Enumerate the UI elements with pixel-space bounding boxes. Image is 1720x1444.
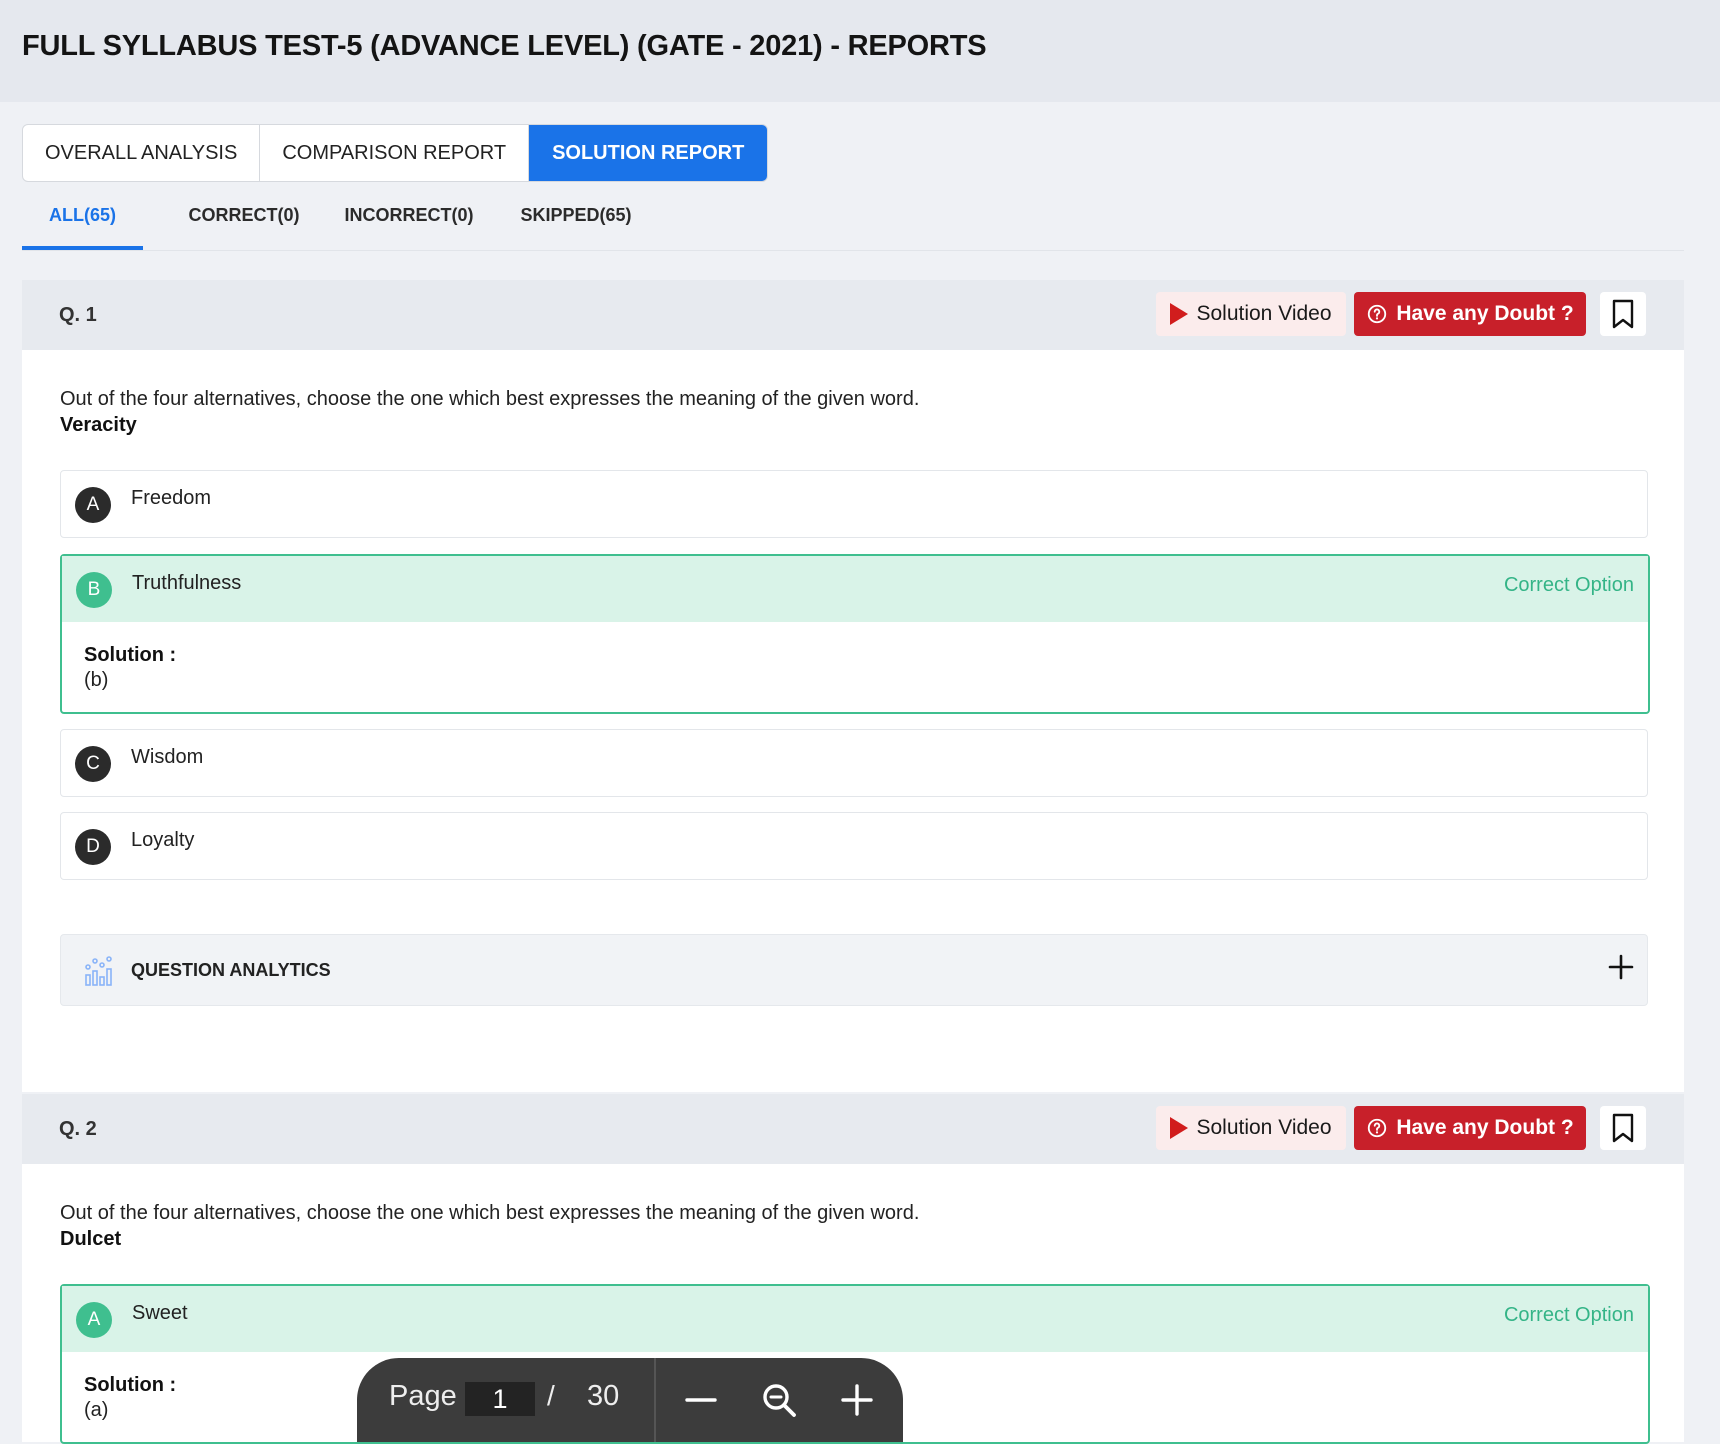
page-header: FULL SYLLABUS TEST-5 (ADVANCE LEVEL) (GA…	[0, 0, 1720, 102]
have-doubt-label: Have any Doubt ?	[1396, 1116, 1574, 1139]
correct-option-bar: A Sweet Correct Option	[62, 1286, 1648, 1352]
tab-solution-report[interactable]: SOLUTION REPORT	[529, 125, 768, 181]
question-header: Q. 2 Solution Video Have any Doubt ?	[22, 1094, 1684, 1164]
option-text: Wisdom	[131, 746, 204, 768]
option-c[interactable]: C Wisdom	[60, 729, 1648, 797]
page-title: FULL SYLLABUS TEST-5 (ADVANCE LEVEL) (GA…	[22, 30, 987, 62]
filter-skipped[interactable]: SKIPPED(65)	[500, 190, 652, 246]
question-card: Q. 1 Solution Video Have any Doubt ? Out…	[22, 280, 1684, 1092]
option-letter: A	[76, 1302, 112, 1338]
zoom-out-button[interactable]	[679, 1378, 723, 1422]
question-analytics-panel[interactable]: QUESTION ANALYTICS	[60, 934, 1648, 1006]
option-d[interactable]: D Loyalty	[60, 812, 1648, 880]
play-icon	[1170, 303, 1189, 325]
filter-all[interactable]: ALL(65)	[22, 190, 143, 250]
question-header: Q. 1 Solution Video Have any Doubt ?	[22, 280, 1684, 350]
correct-option-label: Correct Option	[1503, 1304, 1634, 1326]
bookmark-icon	[1612, 1113, 1634, 1143]
plus-icon[interactable]	[1607, 953, 1635, 981]
filter-correct[interactable]: CORRECT(0)	[172, 190, 316, 246]
page-total: 30	[587, 1380, 620, 1412]
question-word: Dulcet	[60, 1228, 122, 1250]
question-analytics-label: QUESTION ANALYTICS	[131, 960, 331, 980]
question-number: Q. 2	[59, 1118, 97, 1140]
have-doubt-label: Have any Doubt ?	[1396, 302, 1574, 325]
solution-label: Solution :	[84, 644, 177, 666]
option-text: Loyalty	[131, 829, 195, 851]
option-letter: A	[75, 487, 111, 523]
zoom-icon[interactable]	[757, 1378, 801, 1422]
question-bubble-icon	[1368, 304, 1387, 324]
bookmark-button[interactable]	[1600, 1106, 1646, 1150]
question-text: Out of the four alternatives, choose the…	[60, 1202, 920, 1224]
option-text: Freedom	[131, 487, 212, 509]
solution-video-label: Solution Video	[1196, 1116, 1332, 1139]
option-b-correct[interactable]: B Truthfulness Correct Option Solution :…	[60, 554, 1650, 714]
tab-overall-analysis[interactable]: OVERALL ANALYSIS	[23, 125, 261, 181]
have-doubt-button[interactable]: Have any Doubt ?	[1354, 1106, 1586, 1150]
bookmark-icon	[1612, 299, 1634, 329]
analytics-chart-icon	[85, 956, 112, 986]
option-letter: D	[75, 829, 111, 865]
question-filters: ALL(65) CORRECT(0) INCORRECT(0) SKIPPED(…	[22, 190, 1684, 251]
pager-divider	[654, 1358, 656, 1442]
play-icon	[1170, 1117, 1189, 1139]
question-word: Veracity	[60, 414, 137, 436]
solution-value: (b)	[84, 669, 109, 691]
report-tabs: OVERALL ANALYSIS COMPARISON REPORT SOLUT…	[22, 124, 769, 182]
option-text: Sweet	[132, 1302, 188, 1324]
solution-video-label: Solution Video	[1196, 302, 1332, 325]
tab-comparison-report[interactable]: COMPARISON REPORT	[260, 125, 530, 181]
bookmark-button[interactable]	[1600, 292, 1646, 336]
filter-incorrect[interactable]: INCORRECT(0)	[329, 190, 489, 246]
correct-option-label: Correct Option	[1503, 574, 1634, 596]
option-a[interactable]: A Freedom	[60, 470, 1648, 538]
question-text: Out of the four alternatives, choose the…	[60, 388, 920, 410]
solution-video-button[interactable]: Solution Video	[1156, 292, 1346, 336]
solution-video-button[interactable]: Solution Video	[1156, 1106, 1346, 1150]
option-text: Truthfulness	[132, 572, 242, 594]
solution-block: Solution : (b)	[62, 622, 1648, 712]
page-label: Page	[389, 1380, 457, 1412]
solution-value: (a)	[84, 1399, 109, 1421]
zoom-in-button[interactable]	[835, 1378, 879, 1422]
have-doubt-button[interactable]: Have any Doubt ?	[1354, 292, 1586, 336]
page-separator: /	[547, 1380, 555, 1411]
page-number-input[interactable]: 1	[465, 1382, 535, 1416]
page-navigator: Page 1 / 30	[357, 1358, 903, 1442]
option-letter: B	[76, 572, 112, 608]
question-number: Q. 1	[59, 304, 97, 326]
question-bubble-icon	[1368, 1118, 1387, 1138]
correct-option-bar: B Truthfulness Correct Option	[62, 556, 1648, 622]
option-letter: C	[75, 746, 111, 782]
